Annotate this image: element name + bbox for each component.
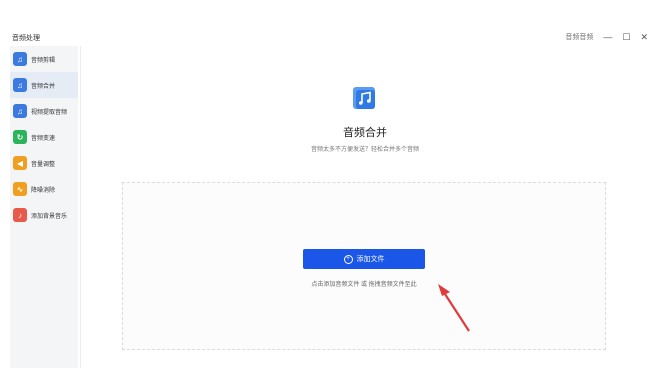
sidebar: ♫ 音频剪辑 ♫ 音频合并 ♫ 视频提取音频 ↻ 音频变速 ◀ 音量调整 ∿ 降… <box>10 46 78 368</box>
file-drop-zone[interactable]: + 添加文件 点击添加音频文件 或 拖拽音频文件至此 <box>122 182 606 350</box>
sidebar-item-label: 降噪消除 <box>31 187 56 194</box>
main-panel: 音频合并 音频太多不方便发送？轻松合并多个音频 + 添加文件 点击添加音频文件 … <box>80 46 649 368</box>
sidebar-item-audio-merge[interactable]: ♫ 音频合并 <box>10 72 78 98</box>
sidebar-item-audio-cut[interactable]: ♫ 音频剪辑 <box>10 46 78 72</box>
page-description: 音频太多不方便发送？轻松合并多个音频 <box>310 147 419 153</box>
sidebar-item-volume[interactable]: ◀ 音量调整 <box>10 150 78 176</box>
audio-merge-feature-icon <box>353 87 375 109</box>
maximize-button[interactable]: ☐ <box>622 31 630 43</box>
denoise-icon: ∿ <box>13 182 27 196</box>
volume-icon: ◀ <box>13 156 27 170</box>
background-music-icon: ♪ <box>13 208 27 222</box>
sidebar-item-speed[interactable]: ↻ 音频变速 <box>10 124 78 150</box>
plus-circle-icon: + <box>343 254 353 264</box>
sidebar-item-video-extract[interactable]: ♫ 视频提取音频 <box>10 98 78 124</box>
title-bar: 音频处理 音频音频 — ☐ ✕ <box>0 30 656 46</box>
page-title: 音频合并 <box>343 127 387 139</box>
sidebar-item-label: 音量调整 <box>31 161 56 168</box>
speed-icon: ↻ <box>13 130 27 144</box>
audio-merge-icon: ♫ <box>13 78 27 92</box>
drop-hint: 点击添加音频文件 或 拖拽音频文件至此 <box>311 282 417 288</box>
audio-cut-icon: ♫ <box>13 52 27 66</box>
add-file-button[interactable]: + 添加文件 <box>303 249 425 269</box>
video-extract-icon: ♫ <box>13 104 27 118</box>
app-title: 音频处理 <box>12 35 40 42</box>
sidebar-item-label: 音频合并 <box>31 83 56 90</box>
minimize-button[interactable]: — <box>603 31 612 43</box>
sidebar-item-label: 音频变速 <box>31 135 56 142</box>
sidebar-item-label: 添加背景音乐 <box>31 213 68 220</box>
sidebar-item-label: 音频剪辑 <box>31 57 56 64</box>
add-file-label: 添加文件 <box>356 256 385 263</box>
sidebar-item-label: 视频提取音频 <box>31 109 68 116</box>
title-right-link[interactable]: 音频音频 <box>565 32 593 42</box>
window-controls: 音频音频 — ☐ ✕ <box>565 31 648 43</box>
sidebar-item-denoise[interactable]: ∿ 降噪消除 <box>10 176 78 202</box>
sidebar-item-background-music[interactable]: ♪ 添加背景音乐 <box>10 202 78 228</box>
close-button[interactable]: ✕ <box>640 31 648 43</box>
